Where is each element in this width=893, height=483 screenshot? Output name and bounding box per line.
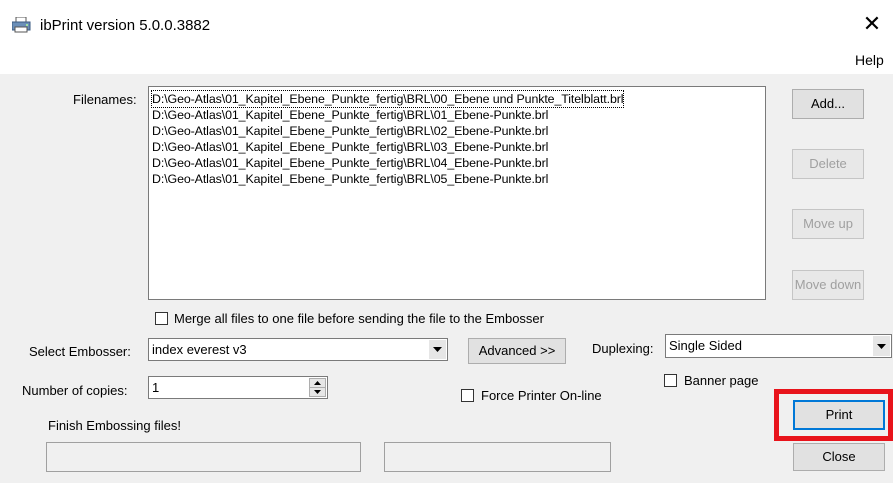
progress-box-right (384, 442, 611, 472)
close-button[interactable]: Close (793, 443, 885, 471)
merge-checkbox[interactable] (155, 312, 168, 325)
printer-app-icon (11, 16, 32, 33)
embosser-value: index everest v3 (152, 342, 247, 357)
duplexing-value: Single Sided (669, 338, 742, 353)
embosser-select[interactable]: index everest v3 (148, 338, 448, 361)
chevron-down-icon[interactable] (873, 336, 890, 356)
close-window-icon[interactable]: ✕ (858, 10, 886, 38)
list-item[interactable]: D:\Geo-Atlas\01_Kapitel_Ebene_Punkte_fer… (152, 155, 548, 171)
merge-label: Merge all files to one file before sendi… (174, 311, 544, 326)
advanced-button[interactable]: Advanced >> (468, 338, 566, 364)
progress-box-left (46, 442, 361, 472)
duplexing-label: Duplexing: (592, 341, 654, 356)
copies-value: 1 (152, 380, 160, 395)
stepper-down-icon[interactable] (309, 387, 326, 397)
banner-page-label: Banner page (684, 373, 759, 388)
banner-page-checkbox[interactable] (664, 374, 677, 387)
list-item[interactable]: D:\Geo-Atlas\01_Kapitel_Ebene_Punkte_fer… (152, 171, 548, 187)
move-up-button[interactable]: Move up (792, 209, 864, 239)
list-item[interactable]: D:\Geo-Atlas\01_Kapitel_Ebene_Punkte_fer… (152, 139, 548, 155)
list-item[interactable]: D:\Geo-Atlas\01_Kapitel_Ebene_Punkte_fer… (152, 107, 548, 123)
force-online-checkbox[interactable] (461, 389, 474, 402)
copies-label: Number of copies: (22, 383, 128, 398)
embosser-label: Select Embosser: (29, 344, 131, 359)
copies-stepper[interactable]: 1 (148, 376, 328, 399)
delete-button[interactable]: Delete (792, 149, 864, 179)
move-down-button[interactable]: Move down (792, 270, 864, 300)
highlight-box (774, 389, 893, 441)
chevron-down-icon[interactable] (429, 340, 446, 359)
filenames-label: Filenames: (73, 92, 137, 107)
window-title: ibPrint version 5.0.0.3882 (40, 17, 211, 34)
add-button[interactable]: Add... (792, 89, 864, 119)
list-item[interactable]: D:\Geo-Atlas\01_Kapitel_Ebene_Punkte_fer… (150, 90, 625, 108)
duplexing-select[interactable]: Single Sided (665, 334, 892, 358)
help-menu[interactable]: Help (855, 52, 884, 68)
filenames-listbox[interactable]: D:\Geo-Atlas\01_Kapitel_Ebene_Punkte_fer… (148, 86, 766, 300)
menu-bar (0, 46, 893, 74)
list-item[interactable]: D:\Geo-Atlas\01_Kapitel_Ebene_Punkte_fer… (152, 123, 548, 139)
status-text: Finish Embossing files! (48, 418, 181, 433)
force-online-label: Force Printer On-line (481, 388, 602, 403)
